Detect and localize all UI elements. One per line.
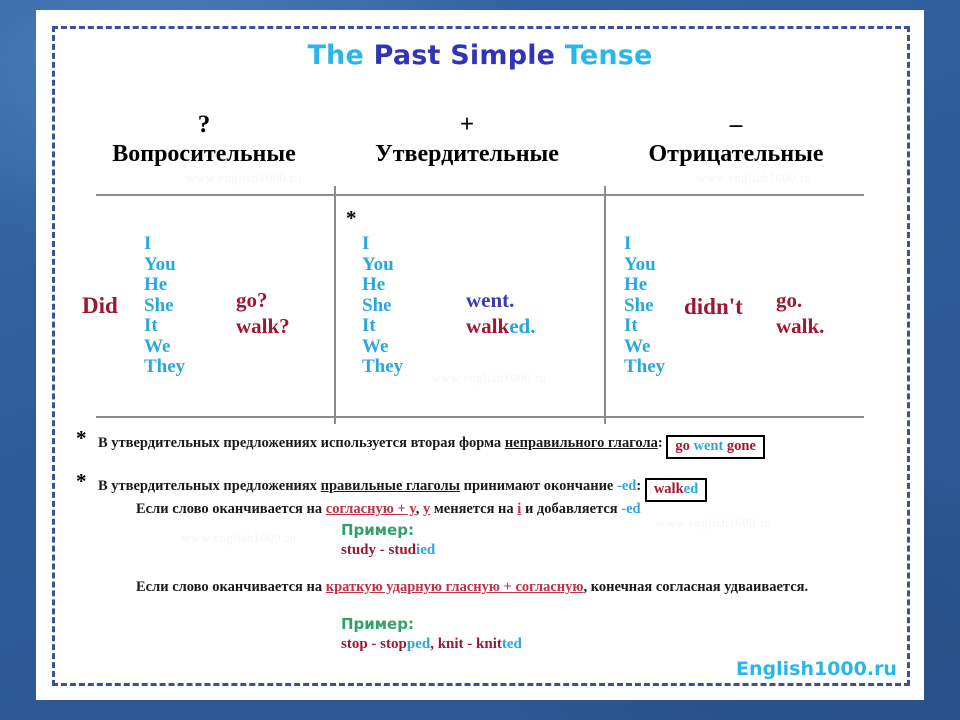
- sign-minus: –: [729, 111, 743, 138]
- table-top-rule: [96, 194, 864, 196]
- asterisk-marker-affirmative: *: [346, 206, 357, 230]
- auxiliary-did: Did: [82, 293, 118, 318]
- watermark-text: www.english1000.ru: [181, 530, 297, 545]
- page-title: The Past Simple Tense: [36, 40, 924, 71]
- verb-go-negative: go.: [776, 288, 803, 312]
- title-part-the: The: [307, 40, 374, 71]
- sign-plus: +: [459, 111, 475, 138]
- note-2-text-before: В утвердительных предложениях: [98, 478, 321, 494]
- note-3-before: Если слово оканчивается на: [136, 579, 326, 595]
- verb-walk-negative: walk.: [776, 314, 825, 338]
- example-2-ending-2: ted: [501, 636, 522, 652]
- verb-list-negative: go. walk.: [776, 287, 824, 339]
- column-header-negative: – Отрицательные: [606, 111, 866, 167]
- verb-walked-stem: walk: [466, 314, 510, 338]
- note-2-l2-mid-1: ,: [415, 501, 424, 517]
- irregular-form-3: gone: [726, 438, 756, 454]
- example-1-label: Пример:: [341, 521, 414, 539]
- verb-list-interrogative: go? walk?: [236, 287, 290, 339]
- watermark-text: www.english1000.ru: [431, 370, 547, 385]
- note-1-marker: *: [76, 426, 87, 450]
- title-part-past-simple: Past Simple: [373, 40, 565, 71]
- note-1-colon: :: [657, 435, 663, 451]
- note-3: Если слово оканчивается на краткую ударн…: [136, 577, 808, 598]
- note-2-l2-mid-3: и добавляется: [521, 501, 622, 517]
- verb-list-affirmative: went. walked.: [466, 287, 535, 339]
- note-2-underlined: правильные глаголы: [320, 478, 460, 494]
- verb-go-question: go?: [236, 288, 268, 312]
- example-1-text: study - studied: [341, 542, 435, 559]
- note-2-ed-suffix: -ed: [617, 478, 637, 494]
- note-3-rule: краткую ударную гласную + согласную: [325, 579, 584, 595]
- note-1-text: В утвердительных предложениях использует…: [98, 435, 505, 451]
- watermark-text: www.english1000.ru: [696, 170, 812, 185]
- note-2-text-mid: принимают окончание: [460, 478, 617, 494]
- note-1: В утвердительных предложениях использует…: [98, 433, 765, 459]
- watermark-text: www.english1000.ru: [656, 515, 772, 530]
- watermark-text: www.english1000.ru: [186, 170, 302, 185]
- sign-question: ?: [197, 111, 211, 138]
- irregular-form-1: go: [675, 438, 690, 454]
- note-1-underlined: неправильного глагола: [504, 435, 658, 451]
- example-box-irregular: go went gone: [666, 435, 765, 459]
- column-label-interrogative: Вопросительные: [112, 141, 296, 167]
- verb-went: went.: [466, 288, 515, 312]
- table-divider-1: [334, 186, 336, 424]
- table-bottom-rule: [96, 416, 864, 418]
- note-2-l2-rule-1: согласную + y: [325, 501, 416, 517]
- table-divider-2: [604, 186, 606, 424]
- note-2-colon: :: [636, 478, 642, 494]
- column-label-negative: Отрицательные: [648, 141, 824, 167]
- title-part-tense: Tense: [564, 40, 653, 71]
- note-2-l2-mid-2: меняется на: [430, 501, 518, 517]
- irregular-form-2: went: [693, 438, 724, 454]
- column-header-interrogative: ? Вопросительные: [74, 111, 334, 167]
- verb-walked-ending: ed.: [509, 314, 536, 338]
- pronoun-list-negative: I You He She It We They: [624, 233, 666, 377]
- verb-walk-question: walk?: [236, 314, 290, 338]
- example-2-ending-1: ped: [406, 636, 431, 652]
- column-header-affirmative: + Утвердительные: [338, 111, 596, 167]
- worksheet-card: www.english1000.ru www.english1000.ru ww…: [36, 10, 924, 700]
- verb-walked: walked.: [466, 313, 535, 339]
- note-2-marker: *: [76, 469, 87, 493]
- example-1-ending: ied: [416, 542, 436, 558]
- regular-ending: ed: [683, 481, 699, 497]
- note-3-after: , конечная согласная удваивается.: [583, 579, 809, 595]
- pronoun-list-interrogative: I You He She It We They: [144, 233, 186, 377]
- site-logo[interactable]: English1000.ru: [736, 658, 897, 680]
- example-2-mid: , knit - knit: [430, 636, 502, 652]
- note-2-l2-ed: -ed: [621, 501, 641, 517]
- example-2-stem-1: stop - stop: [341, 636, 407, 652]
- note-2-l2-before: Если слово оканчивается на: [136, 501, 326, 517]
- example-box-regular: walked: [644, 478, 708, 502]
- example-2-label: Пример:: [341, 615, 414, 633]
- example-1-stem: study - stud: [341, 542, 417, 558]
- note-2-line-2: Если слово оканчивается на согласную + y…: [136, 499, 641, 520]
- regular-stem: walk: [653, 481, 684, 497]
- column-label-affirmative: Утвердительные: [375, 141, 559, 167]
- pronoun-list-affirmative: I You He She It We They: [362, 233, 404, 377]
- auxiliary-didnt: didn't: [684, 294, 743, 319]
- example-2-text: stop - stopped, knit - knitted: [341, 636, 522, 653]
